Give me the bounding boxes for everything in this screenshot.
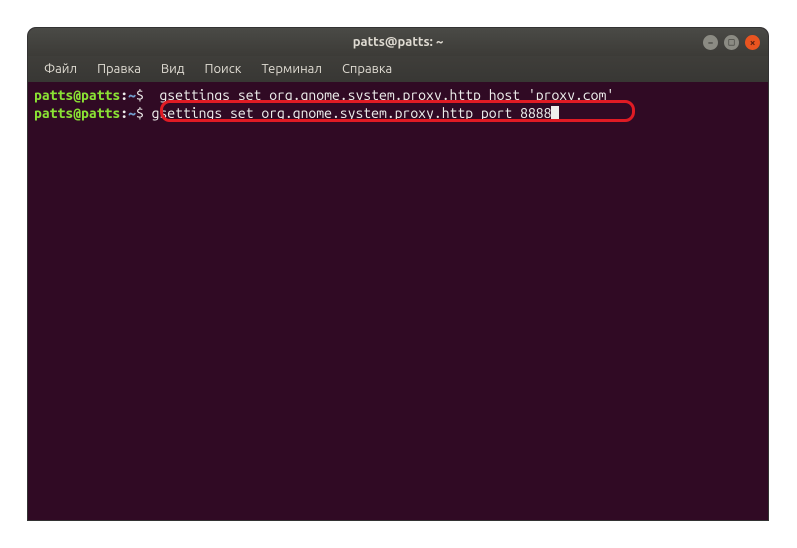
terminal-line: patts@patts:~$ gsettings set org.gnome.s… <box>34 104 762 122</box>
menu-help[interactable]: Справка <box>334 59 400 79</box>
terminal-line: patts@patts:~$ gsettings set org.gnome.s… <box>34 86 762 104</box>
maximize-button[interactable]: □ <box>724 35 739 50</box>
prompt-colon: : <box>120 87 128 103</box>
menu-edit[interactable]: Правка <box>89 59 149 79</box>
prompt-dollar: $ <box>136 87 144 103</box>
menu-terminal[interactable]: Терминал <box>253 59 329 79</box>
prompt-path: ~ <box>128 87 136 103</box>
terminal-body[interactable]: patts@patts:~$ gsettings set org.gnome.s… <box>28 82 768 520</box>
menubar: Файл Правка Вид Поиск Терминал Справка <box>28 56 768 82</box>
menu-search[interactable]: Поиск <box>196 59 249 79</box>
close-button[interactable]: × <box>745 35 760 50</box>
prompt-path: ~ <box>128 105 136 121</box>
prompt-user: patts@patts <box>34 105 120 121</box>
minimize-button[interactable]: – <box>703 35 718 50</box>
window-controls: – □ × <box>703 35 760 50</box>
menu-view[interactable]: Вид <box>153 59 193 79</box>
window-title: patts@patts: ~ <box>353 35 444 49</box>
command-text: gsettings set org.gnome.system.proxy.htt… <box>144 87 614 103</box>
prompt-colon: : <box>120 105 128 121</box>
terminal-window: patts@patts: ~ – □ × Файл Правка Вид Пои… <box>28 28 768 520</box>
titlebar[interactable]: patts@patts: ~ – □ × <box>28 28 768 56</box>
prompt-user: patts@patts <box>34 87 120 103</box>
prompt-dollar: $ <box>136 105 144 121</box>
cursor <box>551 106 559 121</box>
menu-file[interactable]: Файл <box>36 59 85 79</box>
command-text: gsettings set org.gnome.system.proxy.htt… <box>144 105 552 121</box>
